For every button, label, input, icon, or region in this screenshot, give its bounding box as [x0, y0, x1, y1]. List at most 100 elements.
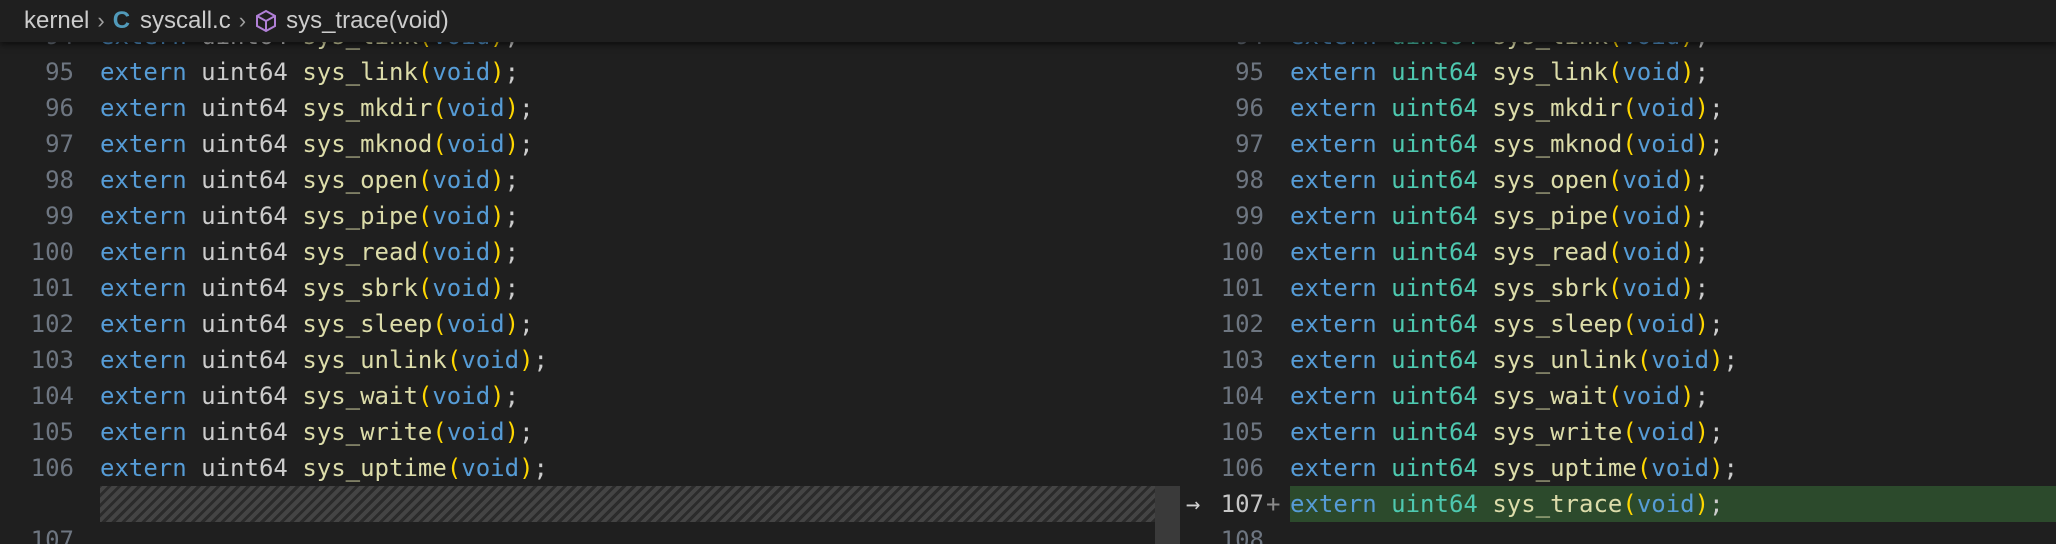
param-void: void: [1636, 94, 1695, 122]
param-void: void: [1651, 346, 1710, 374]
line-number: 105: [30, 418, 74, 446]
keyword-extern: extern: [1290, 202, 1377, 230]
type-uint64: uint64: [201, 58, 288, 86]
function-name: sys_uptime: [1492, 454, 1637, 482]
code-line[interactable]: 95 extern uint64 sys_link(void);: [1180, 54, 2056, 90]
code-line[interactable]: 101 extern uint64 sys_sbrk(void);: [1180, 270, 2056, 306]
type-uint64: uint64: [201, 130, 288, 158]
semicolon: ;: [1694, 382, 1710, 410]
keyword-extern: extern: [1290, 382, 1377, 410]
code-text: extern uint64 sys_pipe(void);: [1290, 198, 1709, 234]
code-line[interactable]: 95 extern uint64 sys_link(void);: [0, 54, 1155, 90]
semicolon: ;: [1694, 238, 1710, 266]
code-line[interactable]: 107 extern uint64 sys_trace(void);: [1180, 486, 2056, 522]
code-line[interactable]: 99 extern uint64 sys_pipe(void);: [0, 198, 1155, 234]
code-line[interactable]: 103 extern uint64 sys_unlink(void);: [1180, 342, 2056, 378]
param-void: void: [1622, 58, 1681, 86]
breadcrumb-file-label: syscall.c: [140, 7, 231, 34]
code-line[interactable]: 103 extern uint64 sys_unlink(void);: [0, 342, 1155, 378]
code-line[interactable]: 102 extern uint64 sys_sleep(void);: [1180, 306, 2056, 342]
line-number: 105: [1220, 418, 1264, 446]
diff-modified-pane[interactable]: → + 94extern uint64 sys_link(void);95ext…: [1180, 0, 2056, 544]
line-number: 104: [30, 382, 74, 410]
type-uint64: uint64: [201, 166, 288, 194]
semicolon: ;: [504, 202, 520, 230]
semicolon: ;: [1709, 94, 1724, 122]
line-number: 96: [1235, 94, 1264, 122]
line-number: 95: [45, 58, 74, 86]
open-paren: (: [432, 418, 447, 446]
param-void: void: [1636, 130, 1695, 158]
function-name: sys_link: [1492, 58, 1608, 86]
semicolon: ;: [1723, 454, 1738, 482]
param-void: void: [432, 202, 491, 230]
type-uint64: uint64: [201, 238, 288, 266]
open-paren: (: [417, 382, 433, 410]
code-line[interactable]: 101 extern uint64 sys_sbrk(void);: [0, 270, 1155, 306]
code-line[interactable]: 98 extern uint64 sys_open(void);: [0, 162, 1155, 198]
close-paren: ): [490, 58, 505, 86]
semicolon: ;: [504, 166, 520, 194]
breadcrumb-folder[interactable]: kernel: [24, 7, 89, 35]
type-uint64: uint64: [1391, 454, 1478, 482]
function-name: sys_read: [1492, 238, 1608, 266]
keyword-extern: extern: [100, 202, 187, 230]
semicolon: ;: [519, 94, 534, 122]
code-line[interactable]: 97 extern uint64 sys_mknod(void);: [1180, 126, 2056, 162]
close-paren: ): [1694, 310, 1710, 338]
code-line[interactable]: 96 extern uint64 sys_mkdir(void);: [0, 90, 1155, 126]
function-name: sys_unlink: [302, 346, 447, 374]
keyword-extern: extern: [100, 346, 187, 374]
code-line[interactable]: 107: [0, 522, 1155, 544]
semicolon: ;: [1723, 346, 1738, 374]
type-uint64: uint64: [1391, 166, 1478, 194]
diff-original-pane[interactable]: 94extern uint64 sys_link(void);95extern …: [0, 0, 1155, 544]
open-paren: (: [446, 346, 462, 374]
keyword-extern: extern: [1290, 166, 1377, 194]
close-paren: ): [1694, 130, 1710, 158]
line-number: 107: [30, 526, 74, 544]
line-number: 102: [30, 310, 74, 338]
param-void: void: [1622, 238, 1681, 266]
close-paren: ): [1680, 202, 1695, 230]
pane-divider[interactable]: [1155, 42, 1180, 544]
open-paren: (: [446, 454, 462, 482]
code-line[interactable]: 105 extern uint64 sys_write(void);: [0, 414, 1155, 450]
code-text: extern uint64 sys_sleep(void);: [100, 306, 534, 342]
code-text: extern uint64 sys_unlink(void);: [100, 342, 548, 378]
code-line[interactable]: 102 extern uint64 sys_sleep(void);: [0, 306, 1155, 342]
code-line[interactable]: 97 extern uint64 sys_mknod(void);: [0, 126, 1155, 162]
code-line[interactable]: 105 extern uint64 sys_write(void);: [1180, 414, 2056, 450]
close-paren: ): [1709, 346, 1724, 374]
line-number: 99: [1235, 202, 1264, 230]
close-paren: ): [504, 94, 520, 122]
code-line[interactable]: 104 extern uint64 sys_wait(void);: [1180, 378, 2056, 414]
line-number: 97: [45, 130, 74, 158]
code-line[interactable]: 96 extern uint64 sys_mkdir(void);: [1180, 90, 2056, 126]
breadcrumb-file[interactable]: C syscall.c: [113, 7, 231, 35]
code-line[interactable]: 106 extern uint64 sys_uptime(void);: [1180, 450, 2056, 486]
open-paren: (: [1607, 202, 1623, 230]
close-paren: ): [519, 454, 534, 482]
line-number: 101: [30, 274, 74, 302]
close-paren: ): [504, 418, 520, 446]
code-line[interactable]: 108: [1180, 522, 2056, 544]
code-line[interactable]: 106 extern uint64 sys_uptime(void);: [0, 450, 1155, 486]
function-name: sys_open: [302, 166, 418, 194]
breadcrumb-symbol[interactable]: sys_trace(void): [254, 7, 449, 35]
line-number: 103: [1220, 346, 1264, 374]
code-line[interactable]: 100 extern uint64 sys_read(void);: [0, 234, 1155, 270]
chevron-right-icon: ›: [238, 8, 247, 33]
code-line[interactable]: 100 extern uint64 sys_read(void);: [1180, 234, 2056, 270]
function-name: sys_pipe: [302, 202, 418, 230]
function-name: sys_write: [302, 418, 433, 446]
code-line[interactable]: 99 extern uint64 sys_pipe(void);: [1180, 198, 2056, 234]
breadcrumb: kernel › C syscall.c › sys_trace(void): [0, 0, 2056, 42]
overview-ruler[interactable]: [1155, 486, 1180, 544]
param-void: void: [1622, 202, 1681, 230]
close-paren: ): [1694, 94, 1710, 122]
code-line[interactable]: 104 extern uint64 sys_wait(void);: [0, 378, 1155, 414]
code-line[interactable]: 98 extern uint64 sys_open(void);: [1180, 162, 2056, 198]
keyword-extern: extern: [1290, 58, 1377, 86]
semicolon: ;: [504, 58, 520, 86]
